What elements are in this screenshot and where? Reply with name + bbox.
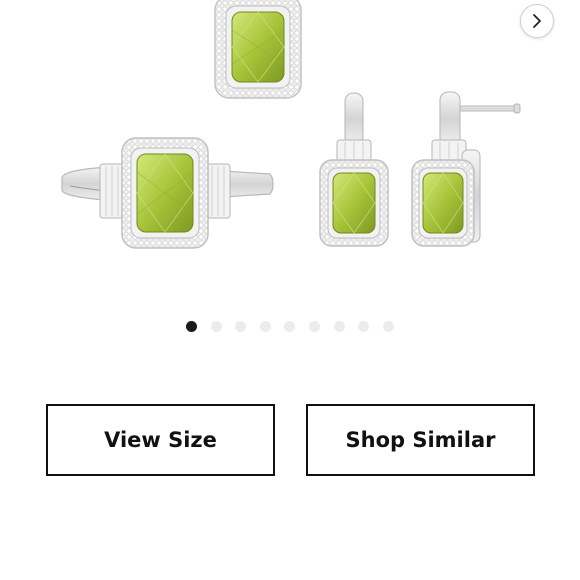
carousel-dot[interactable] bbox=[186, 321, 197, 332]
carousel-dot[interactable] bbox=[309, 321, 320, 332]
chevron-right-icon bbox=[533, 14, 541, 28]
carousel-dot[interactable] bbox=[235, 321, 247, 332]
carousel-pagination bbox=[0, 321, 580, 333]
carousel-dot[interactable] bbox=[358, 321, 370, 332]
next-image-button[interactable] bbox=[520, 4, 554, 38]
carousel-dot[interactable] bbox=[259, 321, 271, 332]
ring bbox=[61, 137, 274, 249]
carousel-dot[interactable] bbox=[382, 321, 394, 332]
product-image bbox=[61, 0, 521, 249]
earring-side bbox=[411, 91, 521, 247]
view-size-button[interactable]: View Size bbox=[46, 404, 275, 476]
earring-front bbox=[319, 92, 389, 247]
shop-similar-button[interactable]: Shop Similar bbox=[306, 404, 535, 476]
product-image-gallery[interactable] bbox=[0, 0, 580, 300]
carousel-dot[interactable] bbox=[284, 321, 296, 332]
carousel-dot[interactable] bbox=[333, 321, 345, 332]
pendant bbox=[214, 0, 302, 99]
carousel-dot[interactable] bbox=[210, 321, 222, 332]
